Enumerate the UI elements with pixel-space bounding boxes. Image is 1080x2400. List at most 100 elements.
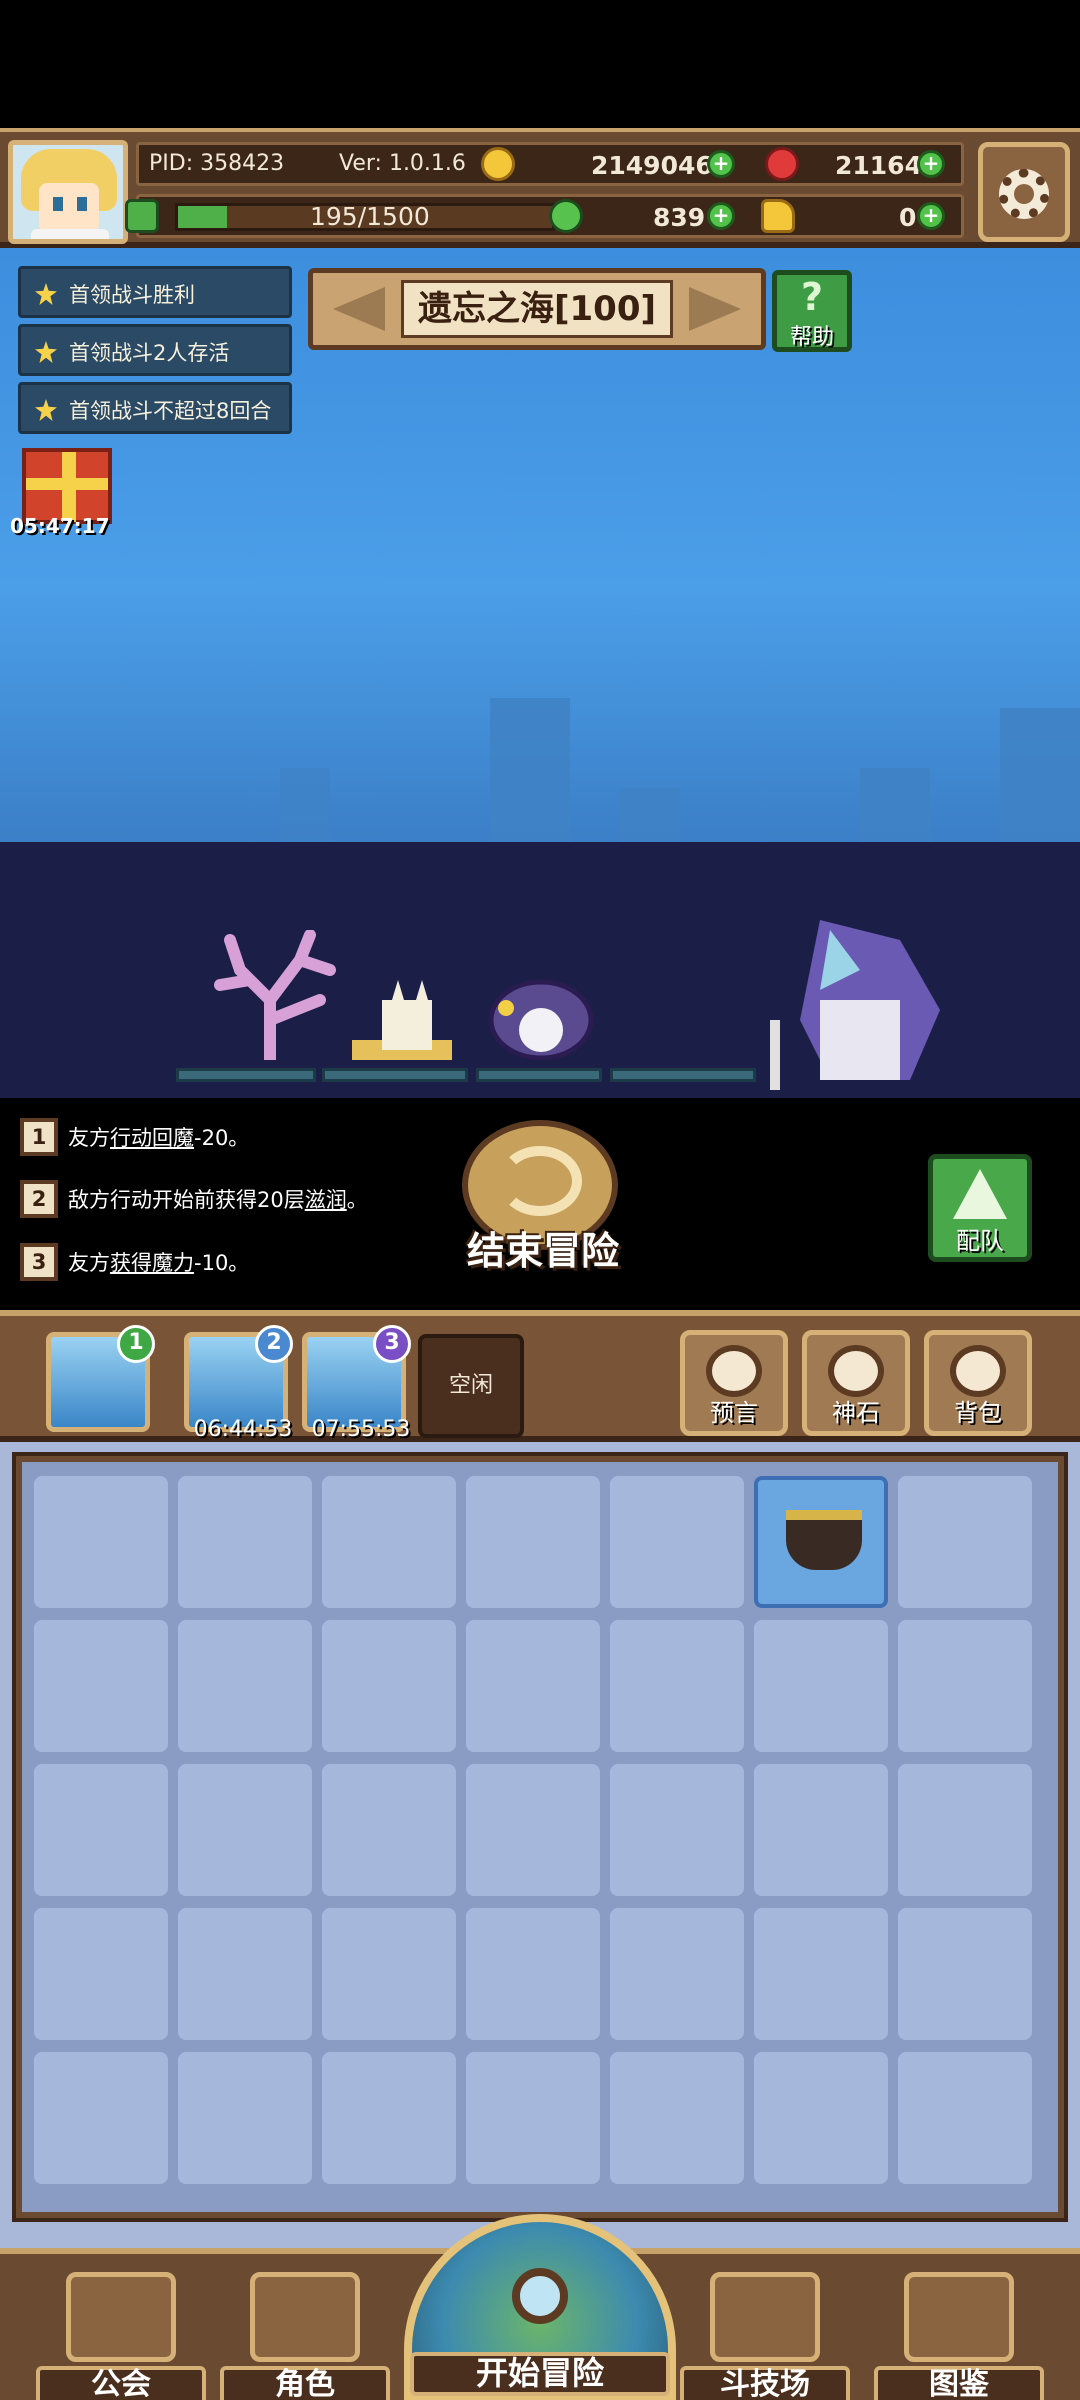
inventory-slot[interactable] <box>178 1908 312 2040</box>
inventory-slot[interactable] <box>754 1620 888 1752</box>
battle-log-entry: 1 友方行动回魔-20。 <box>20 1118 249 1156</box>
nav-guild[interactable]: 公会 <box>36 2262 206 2400</box>
coral-ally-sprite[interactable] <box>210 930 340 1060</box>
inventory-slot[interactable] <box>466 1620 600 1752</box>
stamina-bar: 195/1500 <box>175 202 555 231</box>
adventure-slot-3[interactable]: 3 07:55:53 <box>302 1325 411 1442</box>
idle-slot[interactable]: 空闲 <box>418 1334 524 1438</box>
slot-badge: 3 <box>373 1325 411 1363</box>
stage-title-banner: 遗忘之海[100] <box>308 268 766 350</box>
inventory-slot[interactable] <box>898 1620 1032 1752</box>
inventory-slot[interactable] <box>610 1620 744 1752</box>
gift-timer: 05:47:17 <box>10 514 110 538</box>
inventory-slot[interactable] <box>34 1764 168 1896</box>
team-setup-button[interactable]: 配队 <box>928 1154 1032 1262</box>
gold-coin-icon <box>481 147 515 181</box>
inventory-slot[interactable] <box>754 1764 888 1896</box>
inventory-slot[interactable] <box>34 1476 168 1608</box>
inventory-slot[interactable] <box>34 1908 168 2040</box>
stamina-icon <box>125 199 159 233</box>
add-key-button[interactable]: + <box>917 202 945 230</box>
platform <box>610 1068 756 1082</box>
dragon-boss-sprite[interactable] <box>760 900 960 1100</box>
return-arrow-icon <box>498 1146 582 1216</box>
slot-badge: 2 <box>255 1325 293 1363</box>
god-stone-button[interactable]: 神石 <box>802 1330 910 1436</box>
inventory-slot[interactable] <box>466 1764 600 1896</box>
backpack-icon <box>950 1345 1006 1397</box>
add-gem-button[interactable]: + <box>917 150 945 178</box>
inventory-slot[interactable] <box>178 2052 312 2184</box>
stone-icon <box>828 1345 884 1397</box>
nav-start-adventure[interactable]: 开始冒险 <box>404 2214 676 2400</box>
inventory-slot[interactable] <box>898 2052 1032 2184</box>
clam-ally-sprite[interactable] <box>486 960 596 1060</box>
inventory-slot[interactable] <box>322 1476 456 1608</box>
inventory-slot[interactable] <box>610 2052 744 2184</box>
ruby-gem-icon <box>765 147 799 181</box>
nav-arena[interactable]: 斗技场 <box>680 2262 850 2400</box>
inventory-slot[interactable] <box>610 1476 744 1608</box>
inventory-slot[interactable] <box>34 1620 168 1752</box>
inventory-slot[interactable] <box>322 1620 456 1752</box>
star-icon <box>35 283 57 305</box>
add-gold-button[interactable]: + <box>707 150 735 178</box>
backpack-button[interactable]: 背包 <box>924 1330 1032 1436</box>
help-label: 帮助 <box>789 325 834 350</box>
inventory-slot[interactable] <box>610 1908 744 2040</box>
inventory-slot[interactable] <box>322 2052 456 2184</box>
magnifier-icon <box>512 2268 568 2324</box>
gear-icon <box>999 169 1049 219</box>
inventory-slot[interactable] <box>178 1476 312 1608</box>
adventure-slot-2[interactable]: 2 06:44:53 <box>184 1325 293 1442</box>
inventory-slot[interactable] <box>466 2052 600 2184</box>
adventure-slot-bar: 1 2 06:44:53 3 07:55:53 空闲 预言 神石 背包 <box>0 1310 1080 1442</box>
inventory-grid <box>12 1452 1068 2222</box>
inventory-slot[interactable] <box>898 1764 1032 1896</box>
book-icon <box>904 2272 1014 2362</box>
stamina-value: 195/1500 <box>310 202 430 231</box>
top-hud: PID: 358423 Ver: 1.0.1.6 2149046 + 21164… <box>0 128 1080 248</box>
gold-amount: 2149046 <box>591 151 713 180</box>
slot-badge: 1 <box>117 1325 155 1363</box>
add-clover-button[interactable]: + <box>707 202 735 230</box>
prophecy-button[interactable]: 预言 <box>680 1330 788 1436</box>
slot-timer: 07:55:53 <box>311 1417 411 1442</box>
gift-box-button[interactable] <box>22 448 112 524</box>
battle-log-entry: 2 敌方行动开始前获得20层滋润。 <box>20 1180 368 1218</box>
end-adventure-button[interactable]: 结束冒险 <box>458 1120 628 1273</box>
quest-item: 首领战斗2人存活 <box>18 324 292 376</box>
nav-codex[interactable]: 图鉴 <box>874 2262 1044 2400</box>
player-avatar[interactable] <box>8 140 128 244</box>
help-button[interactable]: ? 帮助 <box>772 270 852 352</box>
inventory-slot[interactable] <box>754 1908 888 2040</box>
inventory-slot[interactable] <box>178 1764 312 1896</box>
platform <box>322 1068 468 1082</box>
settings-button[interactable] <box>978 142 1070 242</box>
inventory-slot[interactable] <box>610 1764 744 1896</box>
inventory-slot-item[interactable] <box>754 1476 888 1608</box>
inventory-slot[interactable] <box>34 2052 168 2184</box>
player-id: PID: 358423 <box>149 151 285 176</box>
nav-character[interactable]: 角色 <box>220 2262 390 2400</box>
inventory-slot[interactable] <box>466 1476 600 1608</box>
inventory-slot[interactable] <box>898 1908 1032 2040</box>
clover-icon <box>549 199 583 233</box>
slot-timer: 06:44:53 <box>193 1417 293 1442</box>
inventory-slot[interactable] <box>754 2052 888 2184</box>
inventory-slot[interactable] <box>322 1764 456 1896</box>
inventory-slot[interactable] <box>322 1908 456 2040</box>
inventory-slot[interactable] <box>466 1908 600 2040</box>
crystal-ball-icon <box>706 1345 762 1397</box>
gem-amount: 21164 <box>835 151 922 180</box>
inventory-slot[interactable] <box>898 1476 1032 1608</box>
team-icon <box>953 1169 1007 1219</box>
quest-item: 首领战斗不超过8回合 <box>18 382 292 434</box>
adventure-slot-1[interactable]: 1 <box>46 1325 155 1432</box>
cat-ally-sprite[interactable] <box>342 970 462 1068</box>
inventory-slot[interactable] <box>178 1620 312 1752</box>
hud-row-currency: PID: 358423 Ver: 1.0.1.6 2149046 + 21164… <box>136 142 964 186</box>
end-adventure-label: 结束冒险 <box>466 1229 619 1273</box>
stamina-bar-fill <box>178 206 227 228</box>
quest-item: 首领战斗胜利 <box>18 266 292 318</box>
